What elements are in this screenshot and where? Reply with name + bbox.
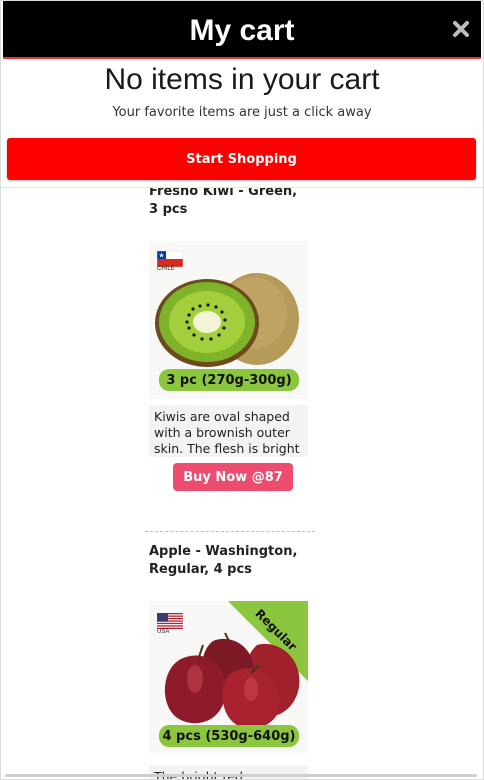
cart-header: My cart bbox=[3, 1, 481, 59]
empty-cart-subtitle: Your favorite items are just a click awa… bbox=[112, 105, 372, 120]
kiwi-image bbox=[155, 273, 299, 367]
product-name[interactable]: Fresho Kiwi - Green, 3 pcs bbox=[149, 183, 309, 219]
product-image[interactable]: CHILE 3 pc (270g-300g) bbox=[149, 241, 308, 399]
chile-flag-icon bbox=[157, 251, 183, 267]
cart-panel: My cart No items in your cart Your favor… bbox=[1, 1, 483, 188]
empty-cart-title: No items in your cart bbox=[104, 63, 380, 96]
horizontal-scrollbar[interactable] bbox=[5, 774, 477, 777]
close-icon[interactable] bbox=[451, 19, 471, 39]
apple-image bbox=[164, 632, 300, 729]
product-description: Kiwis are oval shaped with a brownish ou… bbox=[149, 405, 308, 457]
page-frame: My cart No items in your cart Your favor… bbox=[0, 0, 484, 780]
cart-title: My cart bbox=[189, 14, 295, 47]
usa-flag-icon bbox=[157, 613, 183, 629]
product-image[interactable]: USA Regular 4 pcs (530g-640g) bbox=[149, 601, 308, 753]
product-description: The bright red bbox=[149, 765, 308, 779]
product-card: Fresho Kiwi - Green, 3 pcs CHILE 3 pc (2… bbox=[141, 171, 317, 511]
quantity-badge: 3 pc (270g-300g) bbox=[159, 369, 299, 391]
start-shopping-button[interactable]: Start Shopping bbox=[7, 138, 476, 180]
product-name[interactable]: Apple - Washington, Regular, 4 pcs bbox=[149, 543, 309, 579]
product-card: Apple - Washington, Regular, 4 pcs USA R… bbox=[141, 531, 317, 779]
buy-now-button[interactable]: Buy Now @87 bbox=[173, 463, 293, 491]
quantity-badge: 4 pcs (530g-640g) bbox=[159, 725, 299, 747]
